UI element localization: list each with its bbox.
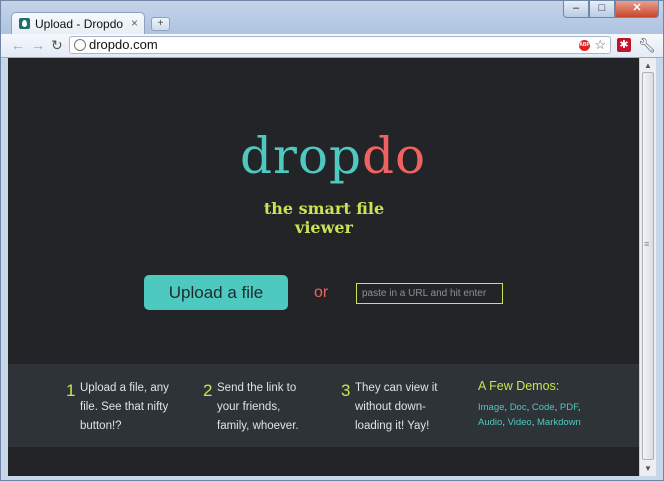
bookmark-star-icon[interactable]: ☆ (594, 37, 606, 53)
url-input[interactable] (356, 283, 503, 304)
demo-links: Image, Doc, Code, PDF, Audio, Video, Mar… (478, 402, 581, 428)
dropdo-logo: dropdo (240, 126, 426, 186)
vertical-scrollbar[interactable]: ▲ ▼ (639, 58, 656, 476)
close-tab-icon[interactable]: × (131, 16, 138, 30)
logo-part-do: do (362, 127, 427, 185)
window-controls: – □ ✕ (563, 1, 659, 19)
or-label: or (314, 284, 329, 301)
demo-link-pdf[interactable]: PDF (560, 402, 578, 413)
scroll-down-icon[interactable]: ▼ (644, 464, 652, 473)
globe-icon (74, 39, 86, 51)
demo-link-video[interactable]: Video (508, 417, 532, 428)
scrollbar-thumb[interactable] (642, 72, 654, 460)
demo-link-markdown[interactable]: Markdown (537, 417, 581, 428)
step-number: 1 (66, 381, 76, 400)
new-tab-button[interactable]: + (151, 17, 170, 31)
upload-file-button[interactable]: Upload a file (144, 275, 288, 310)
page-content: dropdo the smart file viewer Upload a fi… (8, 58, 639, 476)
step-number: 2 (203, 381, 213, 400)
dropdo-favicon-icon (19, 18, 30, 29)
step-text: Send the link to your friends, family, w… (217, 382, 299, 432)
browser-window: Upload - Dropdo × + – □ ✕ ← → ↻ dropdo.c… (0, 0, 664, 481)
logo-part-drop: drop (240, 127, 363, 185)
address-bar[interactable]: dropdo.com ABP ☆ (69, 36, 611, 54)
demo-link-code[interactable]: Code (532, 402, 555, 413)
tagline: the smart file viewer (263, 199, 385, 237)
browser-toolbar: ← → ↻ dropdo.com ABP ☆ ✱ 🔧︎ (1, 34, 663, 58)
forward-arrow-icon[interactable]: → (31, 37, 45, 53)
reload-icon[interactable]: ↻ (51, 37, 63, 54)
url-text: dropdo.com (89, 37, 158, 52)
tab-title: Upload - Dropdo (35, 17, 124, 31)
tab-upload-dropdo[interactable]: Upload - Dropdo × (11, 12, 145, 34)
demo-link-image[interactable]: Image (478, 402, 504, 413)
step-text: They can view it without down-loading it… (355, 382, 438, 432)
scroll-up-icon[interactable]: ▲ (644, 61, 652, 70)
demos-title: A Few Demos: (478, 379, 560, 393)
extension-icon[interactable]: ✱ (617, 38, 631, 52)
demo-link-audio[interactable]: Audio (478, 417, 502, 428)
maximize-button[interactable]: □ (589, 1, 615, 18)
step-text: Upload a file, any file. See that nifty … (80, 382, 169, 432)
back-arrow-icon[interactable]: ← (11, 37, 25, 53)
minimize-button[interactable]: – (563, 1, 589, 18)
step-number: 3 (341, 381, 351, 400)
info-footer: 1 Upload a file, any file. See that nift… (8, 364, 639, 447)
wrench-icon[interactable]: 🔧︎ (638, 37, 656, 54)
window-frame-bottom (1, 476, 663, 480)
demo-link-doc[interactable]: Doc (510, 402, 527, 413)
close-window-button[interactable]: ✕ (615, 1, 659, 18)
window-frame-right (656, 58, 663, 476)
tab-strip: Upload - Dropdo × + – □ ✕ (1, 1, 663, 35)
adblock-icon[interactable]: ABP (579, 40, 590, 51)
